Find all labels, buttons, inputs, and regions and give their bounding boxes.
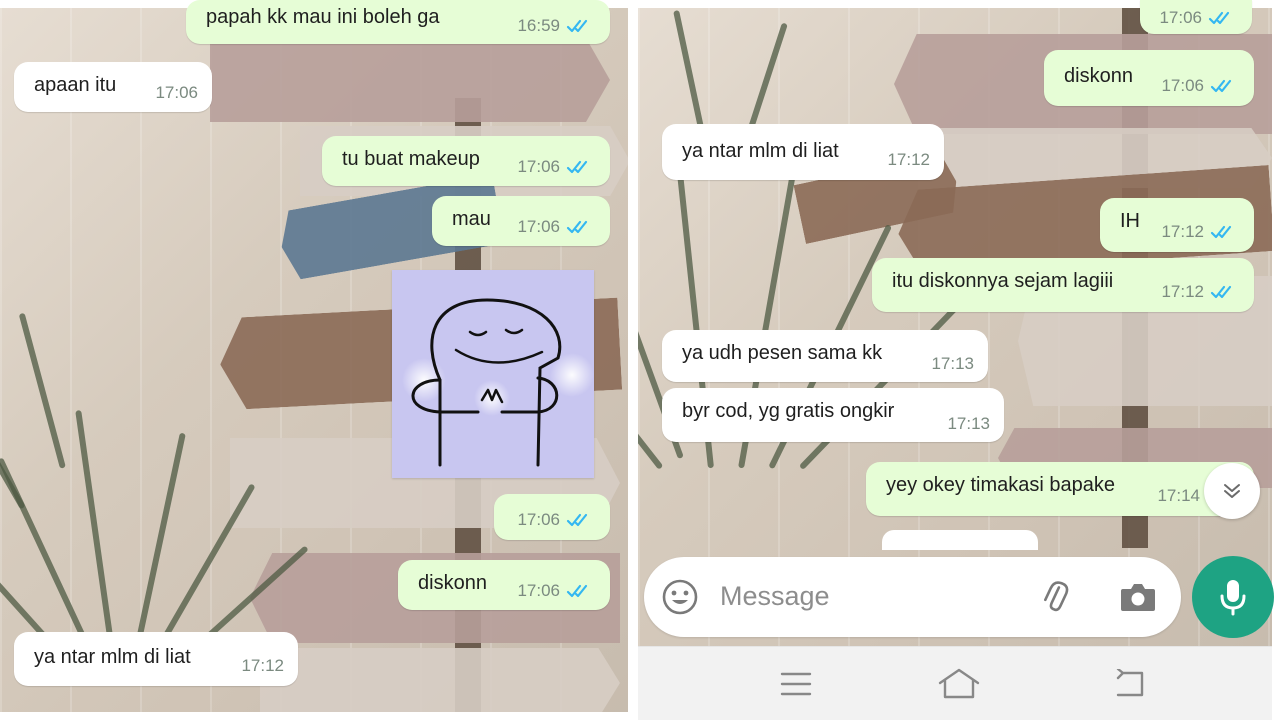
message-text: IH [1120, 210, 1140, 232]
message-bubble-incoming[interactable]: ya ntar mlm di liat 17:12 [662, 124, 944, 180]
mic-icon [1220, 580, 1246, 616]
message-time: 17:06 [155, 83, 198, 102]
message-bubble-incoming[interactable]: ya ntar mlm di liat 17:12 [14, 632, 298, 686]
message-text: papah kk mau ini boleh ga [206, 6, 440, 28]
home-button[interactable] [938, 667, 980, 704]
message-text: mau [452, 208, 491, 230]
message-time: 17:06 [517, 157, 560, 176]
read-receipt-icon [566, 513, 588, 527]
system-navigation-bar [638, 646, 1272, 720]
message-time: 16:59 [517, 16, 560, 35]
praying-sticker[interactable] [392, 270, 594, 478]
message-time: 17:13 [947, 414, 990, 433]
message-time: 17:06 [1161, 76, 1204, 95]
emoji-button[interactable] [660, 577, 700, 617]
message-time: 17:06 [1159, 8, 1202, 27]
camera-icon [1121, 584, 1155, 611]
read-receipt-icon [566, 160, 588, 174]
message-bubble-outgoing[interactable]: tu buat makeup 17:06 [322, 136, 610, 186]
read-receipt-icon [1210, 285, 1232, 299]
message-bubble-incoming[interactable]: apaan itu 17:06 [14, 62, 212, 112]
message-bubble-partial [882, 530, 1038, 550]
message-time: 17:06 [517, 581, 560, 600]
screenshot-collage: papah kk mau ini boleh ga 16:59 apaan it… [0, 0, 1280, 720]
message-time: 17:14 [1157, 486, 1200, 505]
message-text: itu diskonnya sejam lagiii [892, 270, 1114, 292]
message-text: yey okey timakasi bapake [886, 474, 1116, 496]
message-bubble-outgoing[interactable]: IH 17:12 [1100, 198, 1254, 252]
message-bubble-outgoing[interactable]: papah kk mau ini boleh ga 16:59 [186, 0, 610, 44]
back-icon [1116, 667, 1144, 697]
message-text: diskonn [1064, 65, 1133, 87]
message-bubble-outgoing[interactable]: 17:06 [1140, 0, 1252, 34]
read-receipt-icon [566, 584, 588, 598]
back-button[interactable] [1114, 667, 1146, 704]
message-time: 17:06 [517, 217, 560, 236]
read-receipt-icon [1208, 11, 1230, 25]
attach-button[interactable] [1036, 577, 1076, 617]
menu-button[interactable] [780, 669, 812, 704]
message-bubble-outgoing[interactable]: diskonn 17:06 [398, 560, 610, 610]
message-text: ya udh pesen sama kk [682, 342, 883, 364]
message-time: 17:06 [517, 510, 560, 529]
message-bubble-outgoing[interactable]: 17:06 [494, 494, 610, 540]
read-receipt-icon [1210, 225, 1232, 239]
read-receipt-icon [566, 220, 588, 234]
chevron-double-down-icon [1224, 484, 1240, 498]
message-bubble-incoming[interactable]: byr cod, yg gratis ongkir 17:13 [662, 388, 1004, 442]
message-bubble-incoming[interactable]: ya udh pesen sama kk 17:13 [662, 330, 988, 382]
home-icon [938, 668, 980, 699]
message-text: apaan itu [34, 74, 117, 96]
message-time: 17:13 [931, 354, 974, 373]
message-text: ya ntar mlm di liat [34, 646, 191, 668]
message-input[interactable]: Message [720, 581, 830, 612]
message-bubble-outgoing[interactable]: diskonn 17:06 [1044, 50, 1254, 106]
message-composer[interactable]: Message [644, 557, 1181, 637]
menu-icon [780, 672, 812, 696]
message-bubble-outgoing[interactable]: yey okey timakasi bapake 17:14 [866, 462, 1254, 516]
voice-message-button[interactable] [1192, 556, 1274, 638]
message-time: 17:12 [1161, 282, 1204, 301]
message-time: 17:12 [241, 656, 284, 675]
message-text: diskonn [418, 572, 487, 594]
camera-button[interactable] [1118, 577, 1158, 617]
read-receipt-icon [566, 19, 588, 33]
emoji-icon [662, 579, 698, 615]
attach-icon [1044, 581, 1069, 612]
message-time: 17:12 [887, 150, 930, 169]
message-text: tu buat makeup [342, 148, 480, 170]
sticker-drawing [402, 298, 594, 467]
message-time: 17:12 [1161, 222, 1204, 241]
message-text: byr cod, yg gratis ongkir [682, 400, 895, 422]
read-receipt-icon [1210, 79, 1232, 93]
message-text: ya ntar mlm di liat [682, 140, 839, 162]
scroll-to-bottom-button[interactable] [1204, 463, 1260, 519]
message-bubble-outgoing[interactable]: itu diskonnya sejam lagiii 17:12 [872, 258, 1254, 312]
message-bubble-outgoing[interactable]: mau 17:06 [432, 196, 610, 246]
